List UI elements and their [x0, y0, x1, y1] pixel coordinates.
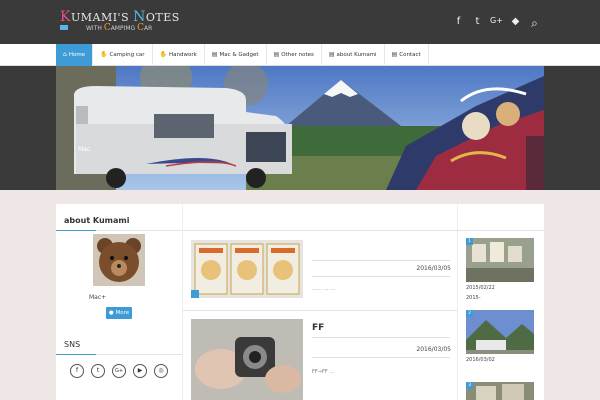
post-divider: [312, 357, 450, 358]
ranking-thumbnail[interactable]: 3: [466, 382, 534, 400]
widget-divider: [458, 230, 544, 231]
ranking-date: 2015/02/22: [466, 285, 495, 291]
header-bar: KUMAMI'S NOTES WITH CAMPIMG CAR f t G+ ◆…: [0, 0, 600, 44]
ranking-thumbnail[interactable]: 2: [466, 310, 534, 354]
hero-overlay-text: Mac: [78, 146, 91, 153]
home-icon: ⌂: [63, 51, 67, 58]
book-icon: ▤: [211, 51, 218, 58]
about-name: Mac+: [89, 294, 107, 301]
widget-divider: [56, 354, 182, 355]
book-icon: ▤: [391, 51, 398, 58]
ranking-caption: 2015-: [466, 295, 481, 301]
nav-item-camping-car[interactable]: ✋ Camping car: [93, 44, 153, 66]
sns-icons: f t G+ ▶ ◎: [70, 364, 168, 378]
widget-divider: [183, 230, 459, 231]
ranking-thumbnail[interactable]: 1: [466, 238, 534, 282]
ranking-number: 3: [466, 382, 473, 389]
facebook-icon[interactable]: f: [70, 364, 84, 378]
user-icon: ●: [108, 310, 114, 316]
post-thumbnail[interactable]: [191, 319, 303, 400]
list-item[interactable]: FF 2016/03/05 FF→FF …: [191, 319, 451, 400]
google-plus-icon[interactable]: G+: [487, 16, 506, 31]
book-icon: ▤: [273, 51, 280, 58]
widget-divider: [56, 230, 182, 231]
instagram-icon[interactable]: ◎: [154, 364, 168, 378]
widget-divider: [183, 310, 459, 311]
nav-item-about-kumami[interactable]: ▤ about Kumami: [322, 44, 385, 66]
right-sidebar: 1 2015/02/22 2015- 2 2016/03/02 3: [458, 204, 544, 400]
nav-item-home[interactable]: ⌂ Home: [56, 44, 94, 66]
hand-icon: ✋: [159, 51, 167, 58]
ranking-number: 1: [466, 238, 473, 245]
post-divider: [312, 260, 450, 261]
post-date: 2016/03/05: [416, 346, 451, 353]
header-social: f t G+ ◆ ⌕: [449, 16, 544, 31]
post-excerpt: FF→FF …: [312, 369, 335, 375]
hero-image: Mac: [56, 66, 544, 190]
book-icon: ▤: [328, 51, 335, 58]
post-date: 2016/03/05: [416, 265, 451, 272]
post-title[interactable]: FF: [312, 323, 324, 333]
post-divider: [312, 276, 450, 277]
nav-item-other-notes[interactable]: ▤ Other notes: [267, 44, 322, 66]
about-widget-title: about Kumami: [64, 216, 130, 225]
ranking-date: 2016/03/02: [466, 357, 495, 363]
avatar: [93, 234, 145, 286]
nav-item-contact[interactable]: ▤ Contact: [385, 44, 429, 66]
twitter-icon[interactable]: t: [91, 364, 105, 378]
more-button[interactable]: ● More: [106, 307, 132, 319]
nav-item-handwork[interactable]: ✋ Handwork: [153, 44, 205, 66]
post-list: 2016/03/05 …… … … FF 2016/03/05 FF→FF …: [182, 204, 459, 400]
nav-item-mac-gadget[interactable]: ▤ Mac & Gadget: [205, 44, 267, 66]
post-divider: [312, 337, 450, 338]
list-item[interactable]: 2016/03/05 …… … …: [191, 240, 451, 302]
hero-banner: Mac: [0, 66, 600, 190]
left-sidebar: about Kumami Mac+ ● More SNS f t G+ ▶ ◎: [56, 204, 182, 400]
youtube-icon[interactable]: ▶: [133, 364, 147, 378]
post-excerpt: …… … …: [312, 286, 336, 292]
main-nav: ⌂ Home ✋ Camping car ✋ Handwork ▤ Mac & Gadg…: [0, 44, 600, 66]
feedly-icon[interactable]: ◆: [506, 16, 525, 31]
hand-icon: ✋: [100, 51, 108, 58]
sns-widget-title: SNS: [64, 340, 81, 349]
facebook-icon[interactable]: f: [449, 16, 468, 31]
logo-line-2: WITH CAMPIMG CAR: [86, 23, 153, 33]
google-plus-icon[interactable]: G+: [112, 364, 126, 378]
twitter-icon[interactable]: t: [468, 16, 487, 31]
site-logo[interactable]: KUMAMI'S NOTES WITH CAMPIMG CAR: [60, 9, 179, 33]
post-thumbnail[interactable]: [191, 240, 303, 298]
search-icon[interactable]: ⌕: [525, 16, 544, 31]
ranking-number: 2: [466, 310, 473, 317]
